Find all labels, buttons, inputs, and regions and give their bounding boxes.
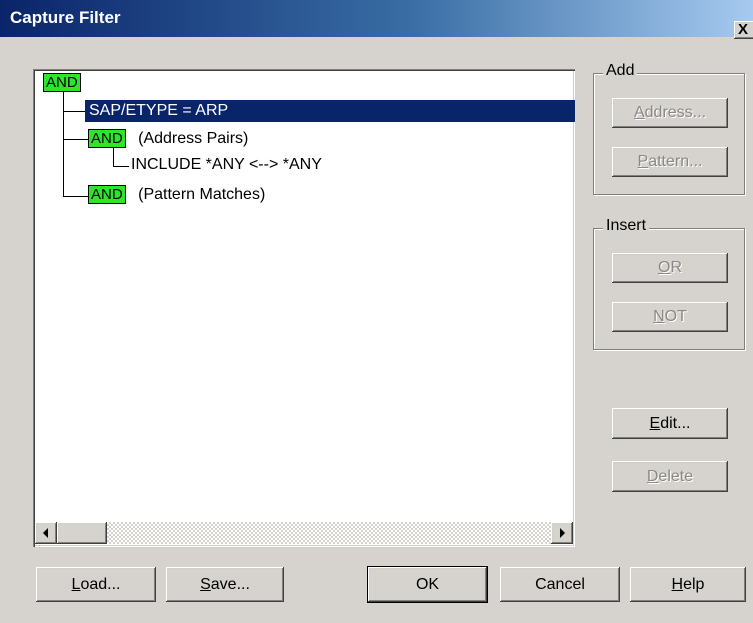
close-button[interactable]: X: [734, 21, 753, 39]
address-button[interactable]: Address...: [612, 98, 728, 128]
tree-node-label: INCLUDE *ANY <--> *ANY: [131, 156, 322, 173]
not-button[interactable]: NOT: [612, 302, 728, 332]
scroll-thumb[interactable]: [57, 522, 107, 544]
tree-connector: [63, 196, 88, 197]
and-badge: AND: [88, 185, 126, 204]
address-button-label: ddress...: [644, 104, 707, 121]
title-bar: Capture Filter X: [0, 0, 753, 39]
right-arrow-icon: [560, 528, 565, 538]
pattern-button[interactable]: Pattern...: [612, 147, 728, 177]
scroll-track[interactable]: [107, 522, 551, 544]
left-arrow-icon: [43, 528, 48, 538]
tree-root-node[interactable]: AND: [43, 73, 81, 92]
save-button-label: ave...: [210, 576, 250, 593]
tree-node-selected[interactable]: SAP/ETYPE = ARP: [85, 100, 575, 122]
delete-button[interactable]: Delete: [612, 461, 728, 492]
tree-node-label: SAP/ETYPE = ARP: [89, 102, 229, 119]
or-button-label: R: [670, 259, 682, 276]
not-button-label: OT: [664, 308, 687, 325]
delete-button-label: elete: [658, 468, 694, 485]
edit-button[interactable]: Edit...: [612, 408, 728, 439]
tree-connector: [113, 166, 129, 167]
filter-tree[interactable]: AND SAP/ETYPE = ARP AND (Address Pairs) …: [33, 69, 575, 547]
window-title: Capture Filter: [10, 8, 121, 27]
insert-group-label: Insert: [603, 217, 650, 235]
help-button-mnemonic: H: [671, 576, 684, 593]
tree-connector: [63, 139, 88, 140]
tree-node-label: (Pattern Matches): [138, 186, 266, 203]
or-button-mnemonic: O: [657, 259, 671, 276]
and-badge: AND: [43, 73, 81, 92]
tree-connector: [113, 148, 114, 166]
tree-node-pattern-matches[interactable]: AND (Pattern Matches): [88, 185, 265, 204]
tree-node-label: (Address Pairs): [138, 130, 249, 147]
ok-button[interactable]: OK: [368, 567, 487, 602]
horizontal-scrollbar[interactable]: [35, 522, 573, 544]
pattern-button-mnemonic: P: [637, 153, 649, 170]
tree-connector: [63, 111, 85, 112]
cancel-button[interactable]: Cancel: [500, 567, 620, 602]
pattern-button-label: attern...: [648, 153, 703, 170]
tree-connector: [63, 91, 64, 196]
or-button[interactable]: OR: [612, 253, 728, 283]
help-button-label: elp: [683, 576, 705, 593]
cancel-button-label: Cancel: [535, 576, 585, 593]
scroll-left-button[interactable]: [35, 522, 57, 544]
tree-node-include[interactable]: INCLUDE *ANY <--> *ANY: [131, 156, 322, 174]
save-button[interactable]: Save...: [166, 567, 284, 602]
load-button-label: oad...: [80, 576, 121, 593]
help-button[interactable]: Help: [630, 567, 746, 602]
edit-button-label: dit...: [660, 415, 691, 432]
address-button-mnemonic: A: [633, 104, 645, 121]
and-badge: AND: [88, 129, 126, 148]
scroll-right-button[interactable]: [551, 522, 573, 544]
save-button-mnemonic: S: [200, 576, 211, 593]
add-group-label: Add: [603, 62, 638, 80]
not-button-mnemonic: N: [653, 308, 665, 325]
edit-button-mnemonic: E: [649, 415, 661, 432]
load-button[interactable]: Load...: [36, 567, 156, 602]
ok-button-label: OK: [415, 576, 440, 593]
close-icon: X: [738, 21, 749, 38]
tree-node-address-pairs[interactable]: AND (Address Pairs): [88, 129, 248, 148]
delete-button-mnemonic: D: [646, 468, 659, 485]
